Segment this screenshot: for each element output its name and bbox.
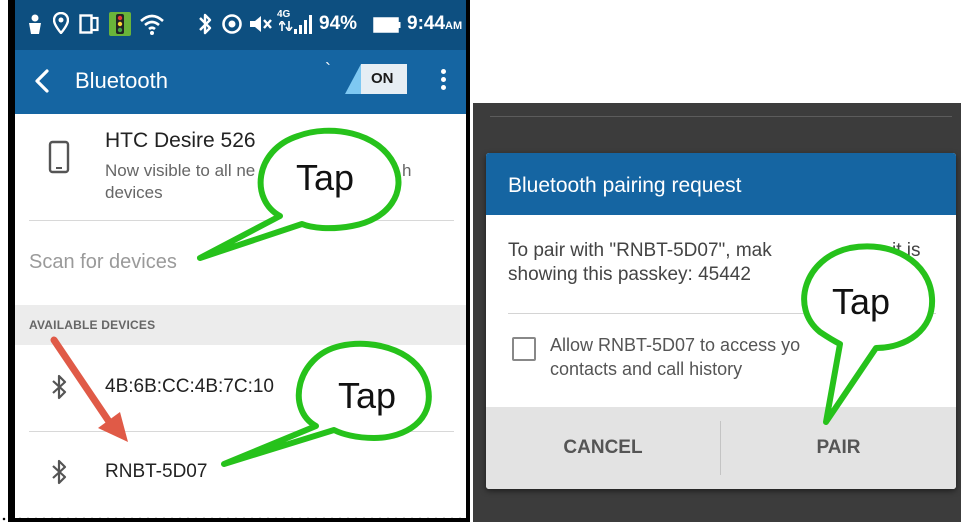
tap-callout-pair-text: Tap xyxy=(832,281,891,322)
sync-icon xyxy=(222,14,242,34)
allow-access-line2: contacts and call history xyxy=(550,359,743,379)
mute-icon xyxy=(250,16,272,32)
notification-icon xyxy=(29,14,41,34)
action-bar: Bluetooth ` ON xyxy=(15,50,466,114)
bluetooth-device-icon xyxy=(52,459,67,485)
red-annotation-arrow xyxy=(50,336,128,442)
torn-edge-decoration xyxy=(0,516,462,522)
bluetooth-icon xyxy=(199,13,212,35)
signal-icon xyxy=(294,15,312,34)
tap-callout-device-text: Tap xyxy=(338,375,397,416)
data-arrows-icon xyxy=(279,21,293,31)
app-icon xyxy=(109,12,131,36)
background-divider xyxy=(490,116,952,117)
clock-time: 9:44 xyxy=(407,13,446,34)
scan-for-devices-button[interactable]: Scan for devices xyxy=(29,248,177,276)
device-visibility-line2: devices xyxy=(105,183,163,202)
cancel-button[interactable]: CANCEL xyxy=(486,407,720,489)
tap-callout-device xyxy=(221,340,432,467)
back-arrow-icon[interactable] xyxy=(29,66,59,96)
status-bar: 4G 94% 9:44AM xyxy=(15,0,466,50)
clock: 9:44AM xyxy=(407,13,462,37)
dialog-message-line2: showing this passkey: 45442 xyxy=(508,264,751,285)
battery-icon xyxy=(373,17,401,33)
page-title: Bluetooth xyxy=(75,68,168,93)
allow-access-line1: Allow RNBT-5D07 to access yo xyxy=(550,335,801,355)
tap-callout-pair xyxy=(801,243,936,425)
location-icon xyxy=(53,12,69,34)
overflow-menu-icon[interactable] xyxy=(439,66,447,96)
title-tick-mark: ` xyxy=(325,60,331,80)
device-row-name: RNBT-5D07 xyxy=(105,461,208,482)
cast-icon xyxy=(79,14,99,34)
allow-access-checkbox[interactable] xyxy=(512,337,536,361)
dialog-title: Bluetooth pairing request xyxy=(508,174,742,197)
wifi-icon xyxy=(140,14,164,35)
phone-icon xyxy=(48,140,70,174)
clock-ampm: AM xyxy=(445,20,463,32)
network-type: 4G xyxy=(277,9,291,20)
tap-callout-scan-text: Tap xyxy=(296,157,355,198)
toggle-label: ON xyxy=(371,70,394,87)
dialog-message-line1: To pair with "RNBT-5D07", mak xyxy=(508,240,772,261)
battery-percent: 94% xyxy=(319,13,358,34)
bluetooth-toggle[interactable]: ON xyxy=(345,64,407,94)
